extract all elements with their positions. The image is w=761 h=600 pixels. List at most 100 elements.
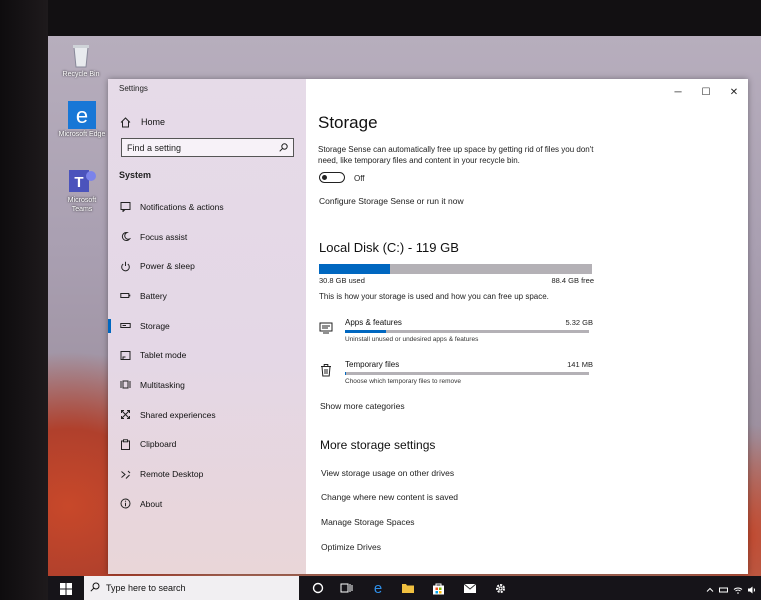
category-size: 5.32 GB [565, 318, 593, 327]
shared-icon [119, 409, 131, 421]
disk-usage-bar [319, 264, 592, 274]
sidebar-item-multitasking[interactable]: Multitasking [108, 370, 306, 400]
search-icon [90, 579, 100, 597]
sidebar-item-notifications[interactable]: Notifications & actions [108, 192, 306, 222]
mail-icon[interactable] [462, 580, 478, 596]
manage-storage-spaces-link[interactable]: Manage Storage Spaces [321, 517, 415, 527]
page-title: Storage [318, 113, 378, 132]
system-tray [705, 582, 757, 594]
change-new-content-location-link[interactable]: Change where new content is saved [321, 492, 458, 502]
svg-text:e: e [76, 103, 88, 128]
category-bar-fill [345, 372, 347, 375]
edge-icon: e [67, 100, 97, 130]
search-icon [279, 139, 288, 157]
sidebar-item-storage[interactable]: Storage [108, 311, 306, 341]
disk-title: Local Disk (C:) - 119 GB [319, 240, 459, 255]
recycle-bin-icon [66, 40, 96, 70]
apps-features-icon [319, 321, 333, 335]
power-icon [119, 260, 131, 272]
sidebar-item-label: Battery [140, 290, 167, 301]
system-nav-list: Notifications & actions Focus assist Pow… [108, 192, 306, 519]
edge-icon[interactable]: e [370, 580, 386, 596]
find-setting-search[interactable] [121, 138, 294, 157]
category-bar [345, 330, 589, 333]
sidebar-item-label: Notifications & actions [140, 201, 224, 212]
svg-text:e: e [374, 581, 382, 595]
category-apps-features[interactable]: Apps & features 5.32 GB Uninstall unused… [319, 318, 593, 350]
disk-caption: This is how your storage is used and how… [319, 292, 549, 301]
maximize-button[interactable]: ☐ [692, 83, 720, 101]
close-button[interactable]: ✕ [720, 83, 748, 101]
sidebar-item-label: Focus assist [140, 231, 188, 242]
storage-page: ─ ☐ ✕ Storage Storage Sense can automati… [306, 79, 748, 574]
window-controls: ─ ☐ ✕ [664, 83, 748, 101]
edge-label: Microsoft Edge [58, 131, 106, 138]
file-explorer-icon[interactable] [400, 580, 416, 596]
sidebar-item-clipboard[interactable]: Clipboard [108, 430, 306, 460]
sidebar-item-label: Tablet mode [140, 350, 187, 361]
home-icon [119, 116, 131, 128]
nav-home[interactable]: Home [119, 113, 165, 131]
chevron-up-icon[interactable] [705, 582, 715, 592]
edge-shortcut[interactable]: e Microsoft Edge [57, 100, 107, 139]
category-name: Temporary files [345, 360, 400, 369]
category-hint: Choose which temporary files to remove [345, 378, 461, 385]
section-system: System [119, 170, 152, 180]
sidebar-item-shared-experiences[interactable]: Shared experiences [108, 400, 306, 430]
disk-used-label: 30.8 GB used [319, 276, 365, 285]
settings-gear-icon[interactable] [492, 580, 508, 596]
sidebar-item-label: Power & sleep [140, 261, 195, 272]
storage-icon [119, 320, 131, 332]
category-bar [345, 372, 589, 375]
sidebar-item-label: Storage [140, 320, 170, 331]
storage-sense-toggle[interactable] [319, 172, 345, 183]
recycle-bin-shortcut[interactable]: Recycle Bin [56, 40, 106, 79]
optimize-drives-link[interactable]: Optimize Drives [321, 542, 381, 552]
task-view-icon[interactable] [338, 580, 354, 596]
store-icon[interactable] [430, 580, 446, 596]
settings-sidebar: Settings Home System Notifications & act… [108, 79, 306, 574]
nav-home-label: Home [141, 117, 166, 127]
cortana-icon[interactable] [310, 580, 326, 596]
multitasking-icon [119, 379, 131, 391]
category-name: Apps & features [345, 318, 402, 327]
category-size: 141 MB [567, 360, 593, 369]
svg-text:T: T [74, 174, 83, 191]
teams-shortcut[interactable]: T Microsoft Teams [57, 166, 107, 214]
remote-icon [119, 468, 131, 480]
teams-label: Microsoft Teams [67, 197, 97, 213]
sidebar-item-battery[interactable]: Battery [108, 281, 306, 311]
sidebar-item-label: Multitasking [140, 379, 185, 390]
taskbar-search-input[interactable] [106, 583, 286, 593]
window-title: Settings [119, 84, 148, 93]
disk-free-label: 88.4 GB free [551, 276, 594, 285]
sidebar-item-tablet-mode[interactable]: Tablet mode [108, 340, 306, 370]
more-storage-settings-heading: More storage settings [320, 438, 436, 452]
sidebar-item-about[interactable]: About [108, 489, 306, 519]
category-hint: Uninstall unused or undesired apps & fea… [345, 336, 479, 343]
sidebar-item-power-sleep[interactable]: Power & sleep [108, 251, 306, 281]
configure-storage-sense-link[interactable]: Configure Storage Sense or run it now [319, 196, 464, 206]
toggle-state-label: Off [354, 174, 365, 183]
sidebar-item-focus-assist[interactable]: Focus assist [108, 222, 306, 252]
minimize-button[interactable]: ─ [664, 83, 692, 101]
sidebar-item-label: About [140, 498, 163, 509]
taskbar: e [48, 576, 761, 600]
storage-sense-description: Storage Sense can automatically free up … [318, 145, 594, 165]
wifi-icon[interactable] [733, 582, 743, 594]
sidebar-item-remote-desktop[interactable]: Remote Desktop [108, 459, 306, 489]
show-more-categories-link[interactable]: Show more categories [320, 401, 405, 411]
volume-icon[interactable] [747, 582, 757, 594]
battery-tray-icon[interactable] [719, 582, 729, 593]
sidebar-item-label: Shared experiences [140, 409, 216, 420]
info-icon [119, 498, 131, 510]
moon-icon [119, 231, 131, 243]
settings-window: Settings Home System Notifications & act… [108, 79, 748, 574]
battery-icon [119, 290, 131, 302]
category-temporary-files[interactable]: Temporary files 141 MB Choose which temp… [319, 360, 593, 392]
clipboard-icon [119, 438, 131, 450]
find-setting-input[interactable] [127, 142, 267, 153]
windows-start-icon[interactable] [60, 582, 72, 595]
taskbar-search[interactable] [84, 576, 299, 600]
view-storage-other-drives-link[interactable]: View storage usage on other drives [321, 468, 454, 478]
